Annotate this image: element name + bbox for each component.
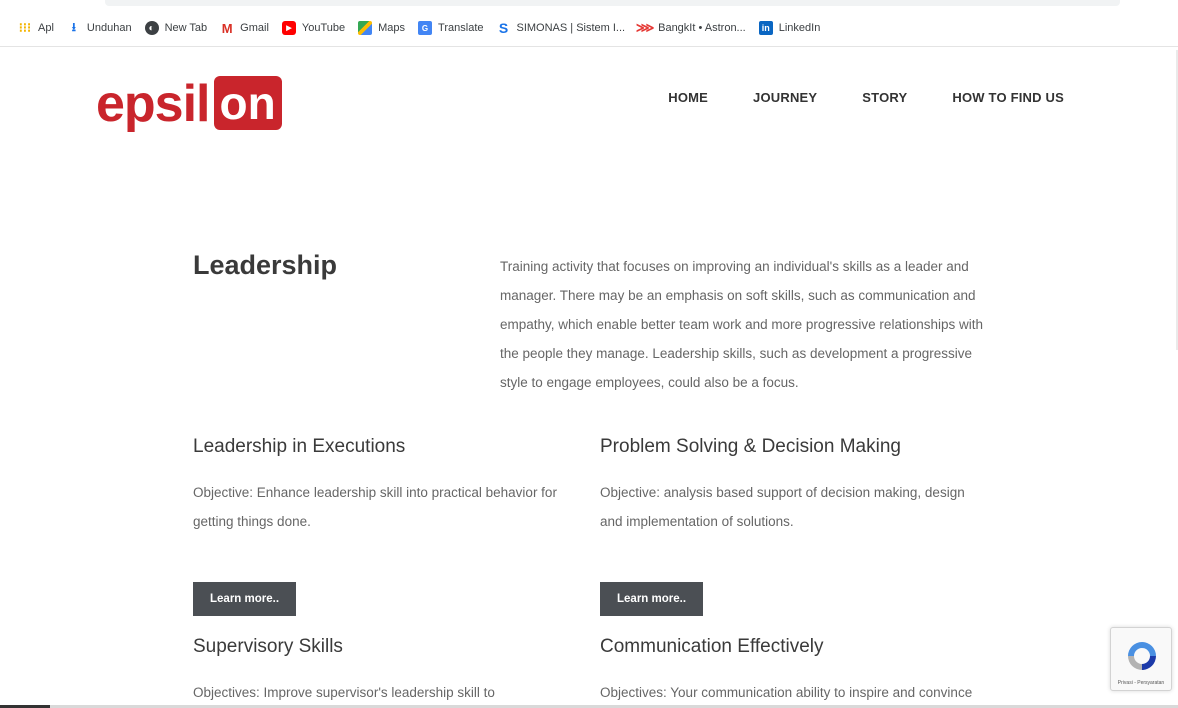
course-card-communication-effectively: Communication Effectively Objectives: Yo… (600, 636, 980, 708)
page-title: Leadership (193, 250, 338, 280)
logo-text-part1: epsil (96, 75, 210, 133)
site-logo[interactable]: epsil on (96, 66, 282, 134)
bookmark-simonas[interactable]: S SIMONAS | Sistem I... (497, 20, 625, 36)
bookmark-linkedin[interactable]: in LinkedIn (758, 21, 820, 35)
intro-description: Training activity that focuses on improv… (500, 259, 983, 390)
course-title: Communication Effectively (600, 636, 824, 657)
bookmark-bangkit[interactable]: ⋙ BangkIt • Astron... (635, 20, 746, 35)
bookmark-gmail[interactable]: M Gmail (220, 20, 269, 36)
recaptcha-badge[interactable]: Privasi - Persyaratan (1110, 627, 1172, 691)
nav-journey[interactable]: JOURNEY (753, 90, 817, 105)
bookmark-unduhan[interactable]: ⭳ Unduhan (67, 19, 132, 35)
course-title: Problem Solving & Decision Making (600, 436, 901, 457)
recaptcha-label: Privasi - Persyaratan (1117, 680, 1165, 686)
course-objective: Objectives: Improve supervisor's leaders… (193, 685, 495, 700)
browser-tab-strip-edge (105, 0, 1120, 6)
bangkit-icon: ⋙ (635, 20, 655, 35)
course-objective: Objectives: Your communication ability t… (600, 685, 973, 700)
translate-icon: G (418, 21, 433, 35)
course-objective: Objective: analysis based support of dec… (600, 485, 965, 529)
bookmark-translate[interactable]: G Translate (418, 21, 484, 35)
bookmark-apps[interactable]: ⁝⁝⁝ Apl (18, 20, 54, 35)
apps-grid-icon: ⁝⁝⁝ (18, 20, 32, 35)
globe-icon: ◐ (144, 21, 159, 35)
gmail-icon: M (221, 20, 233, 36)
maps-icon (358, 21, 373, 35)
learn-more-button-leadership-in-executions[interactable]: Learn more.. (193, 582, 297, 616)
course-card-leadership-in-executions: Leadership in Executions Objective: Enha… (193, 436, 573, 536)
recaptcha-icon (1128, 642, 1156, 670)
bookmark-new-tab[interactable]: ◐ New Tab (144, 21, 207, 35)
youtube-icon: ▶ (281, 21, 296, 35)
bookmarks-bar: ⁝⁝⁝ Apl ⭳ Unduhan ◐ New Tab M Gmail ▶ Yo… (0, 14, 1178, 42)
nav-how-to-find-us[interactable]: HOW TO FIND US (952, 90, 1064, 105)
nav-story[interactable]: STORY (862, 90, 907, 105)
course-title: Supervisory Skills (193, 636, 343, 657)
bookmark-maps[interactable]: Maps (358, 21, 405, 35)
course-card-problem-solving: Problem Solving & Decision Making Object… (600, 436, 980, 536)
bookmarks-divider (0, 46, 1178, 47)
simonas-icon: S (498, 20, 509, 36)
learn-more-button-problem-solving[interactable]: Learn more.. (600, 582, 704, 616)
logo-text-part2: on (213, 76, 282, 130)
main-nav: HOME JOURNEY STORY HOW TO FIND US (623, 90, 1064, 105)
course-card-supervisory-skills: Supervisory Skills Objectives: Improve s… (193, 636, 573, 708)
bookmark-youtube[interactable]: ▶ YouTube (281, 21, 345, 35)
course-title: Leadership in Executions (193, 436, 406, 457)
linkedin-icon: in (758, 21, 773, 35)
nav-home[interactable]: HOME (668, 90, 708, 105)
download-icon: ⭳ (71, 19, 76, 34)
course-objective: Objective: Enhance leadership skill into… (193, 485, 557, 529)
